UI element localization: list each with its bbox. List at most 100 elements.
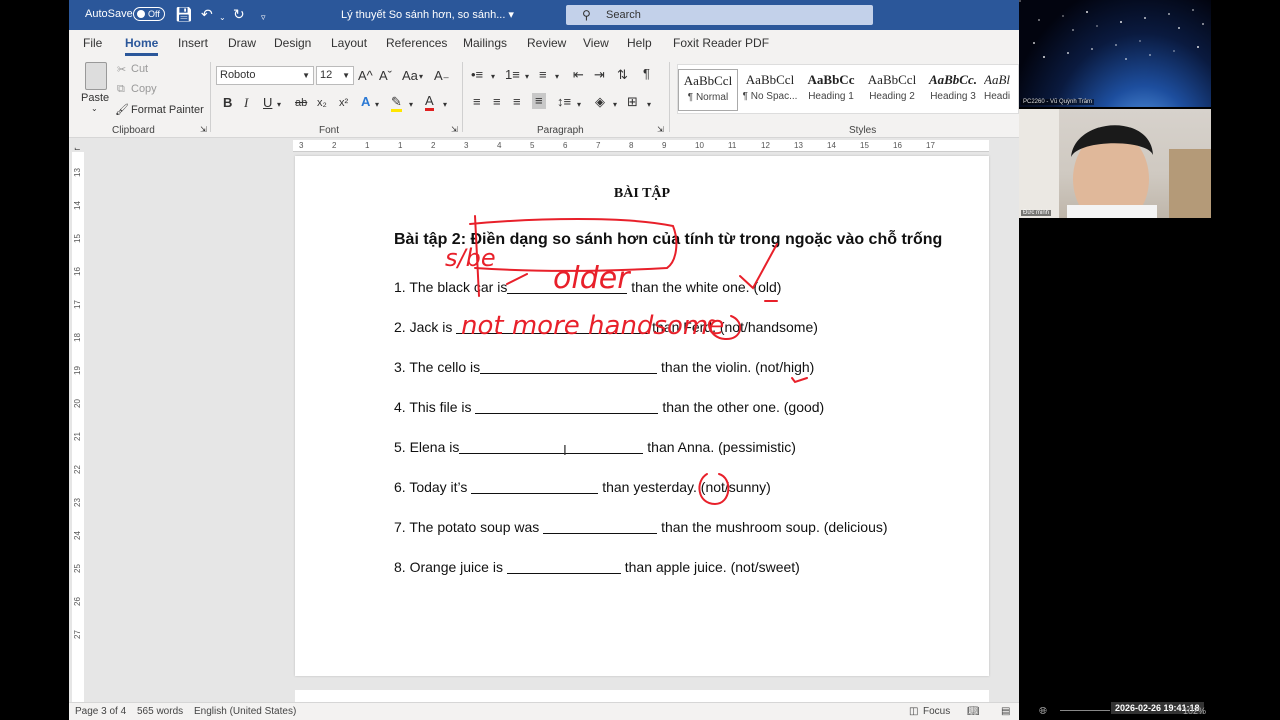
align-left-icon[interactable]: ≡ — [473, 95, 481, 109]
chevron-down-icon[interactable]: ▾ — [647, 98, 651, 112]
tab-foxit[interactable]: Foxit Reader PDF — [673, 36, 769, 50]
cut-button[interactable]: Cut — [131, 63, 148, 75]
italic-button[interactable]: I — [244, 96, 248, 110]
save-icon[interactable]: 💾︎ — [175, 6, 193, 22]
chevron-down-icon[interactable]: ▾ — [409, 98, 413, 112]
star-decoration — [1139, 40, 1141, 42]
chevron-down-icon[interactable]: ▾ — [577, 98, 581, 112]
increase-indent-icon[interactable]: ⇥ — [594, 68, 605, 82]
page-count[interactable]: Page 3 of 4 — [75, 706, 126, 717]
style-heading-1[interactable]: AaBbCc Heading 1 — [801, 69, 861, 111]
text-effects-icon[interactable]: A — [361, 95, 370, 109]
tab-home[interactable]: Home — [125, 36, 159, 56]
format-painter-icon[interactable]: 🖌︎ — [115, 103, 129, 116]
tab-mailings[interactable]: Mailings — [463, 36, 507, 50]
document-title[interactable]: Lý thuyết So sánh hơn, so sánh... ▾ — [341, 8, 514, 21]
tab-view[interactable]: View — [583, 36, 609, 50]
ruler-mark: 26 — [72, 597, 82, 606]
zoom-slider[interactable] — [1060, 710, 1110, 711]
underline-button[interactable]: U — [263, 96, 272, 110]
sort-icon[interactable]: ⇅ — [617, 68, 628, 82]
paste-dropdown-icon[interactable]: ⌄ — [91, 104, 98, 113]
style-heading-4[interactable]: AaBl Headi — [984, 69, 1019, 111]
ribbon: Paste ⌄ ✂ Cut ⧉ Copy 🖌︎ Format Painter C… — [69, 56, 1019, 138]
align-right-icon[interactable]: ≡ — [513, 95, 521, 109]
paste-button[interactable]: Paste — [81, 92, 109, 104]
bullets-icon[interactable]: •≡ — [471, 68, 483, 82]
show-formatting-icon[interactable]: ¶ — [643, 67, 650, 81]
grow-font-icon[interactable]: A^ — [358, 69, 373, 83]
format-painter-button[interactable]: Format Painter — [131, 104, 204, 116]
chevron-down-icon[interactable]: ▾ — [443, 98, 447, 112]
paragraph-launcher-icon[interactable]: ⇲ — [657, 125, 664, 134]
justify-icon[interactable]: ≡ — [532, 93, 546, 109]
bold-button[interactable]: B — [223, 96, 232, 110]
font-size-box[interactable]: 12 ▼ — [316, 66, 354, 85]
chevron-down-icon[interactable]: ▾ — [277, 98, 281, 112]
multilevel-list-icon[interactable]: ≡ — [539, 68, 547, 82]
ruler-mark: 6 — [563, 141, 568, 150]
chevron-down-icon[interactable]: ▾ — [375, 98, 379, 112]
tab-references[interactable]: References — [386, 36, 447, 50]
search-box[interactable]: ⚲ Search — [566, 5, 873, 25]
clear-formatting-icon[interactable]: A₋ — [434, 69, 450, 83]
participant-video-2[interactable]: Đức minh — [1019, 109, 1211, 218]
customize-toolbar-icon[interactable]: ▿ — [261, 9, 266, 25]
subscript-button[interactable]: x₂ — [317, 96, 327, 110]
participant-video-1[interactable]: PC2260 - Vũ Quỳnh Trâm — [1019, 0, 1211, 107]
paste-icon[interactable] — [85, 62, 107, 90]
tab-review[interactable]: Review — [527, 36, 566, 50]
superscript-button[interactable]: x² — [339, 96, 348, 110]
cut-icon[interactable]: ✂ — [117, 63, 126, 76]
tab-selector-icon[interactable]: ⌙ — [74, 144, 81, 153]
copy-button[interactable]: Copy — [131, 83, 157, 95]
font-name-box[interactable]: Roboto ▼ — [216, 66, 314, 85]
undo-dropdown-icon[interactable]: ⌄ — [219, 10, 226, 26]
chevron-down-icon[interactable]: ▾ — [491, 70, 495, 84]
align-center-icon[interactable]: ≡ — [493, 95, 501, 109]
style-normal[interactable]: AaBbCcl ¶ Normal — [678, 69, 738, 111]
style-no-spacing[interactable]: AaBbCcl ¶ No Spac... — [740, 69, 800, 111]
tab-layout[interactable]: Layout — [331, 36, 367, 50]
tab-draw[interactable]: Draw — [228, 36, 256, 50]
document-page[interactable]: BÀI TẬP Bài tập 2: Điền dạng so sánh hơn… — [295, 156, 989, 676]
font-color-icon[interactable]: A — [425, 93, 434, 111]
vertical-ruler[interactable]: 13 14 15 16 17 18 19 20 21 22 23 24 25 26 27 — [72, 152, 84, 702]
chevron-down-icon[interactable]: ▾ — [525, 70, 529, 84]
tab-insert[interactable]: Insert — [178, 36, 208, 50]
word-count[interactable]: 565 words — [137, 706, 183, 717]
print-layout-icon[interactable]: ▤ — [1001, 706, 1010, 717]
web-layout-icon[interactable]: 🌐︎ — [1039, 706, 1047, 717]
style-heading-3[interactable]: AaBbCc. Heading 3 — [923, 69, 983, 111]
decrease-indent-icon[interactable]: ⇤ — [573, 68, 584, 82]
shading-icon[interactable]: ◈ — [595, 95, 605, 109]
strikethrough-button[interactable]: ab — [295, 96, 307, 110]
line-spacing-icon[interactable]: ↕≡ — [557, 95, 571, 109]
redo-icon[interactable]: ↻ — [233, 6, 245, 22]
zoom-level[interactable]: 102% — [1183, 706, 1206, 716]
style-heading-2[interactable]: AaBbCcl Heading 2 — [862, 69, 922, 111]
language-status[interactable]: English (United States) — [194, 706, 296, 717]
focus-button[interactable]: Focus — [923, 706, 950, 717]
chevron-down-icon[interactable]: ▾ — [555, 70, 559, 84]
autosave-toggle[interactable]: Off — [133, 7, 165, 21]
shrink-font-icon[interactable]: Aˇ — [379, 69, 392, 83]
copy-icon[interactable]: ⧉ — [117, 83, 125, 96]
read-mode-icon[interactable]: 📖︎ — [967, 706, 980, 717]
font-launcher-icon[interactable]: ⇲ — [451, 125, 458, 134]
word-window: AutoSave Off 💾︎ ↶ ⌄ ↻ ▿ Lý thuyết So sán… — [69, 0, 1019, 720]
horizontal-ruler[interactable]: 3 2 1 1 2 3 4 5 6 7 8 9 10 11 12 13 14 15 16 17 — [293, 140, 989, 152]
change-case-icon[interactable]: Aa — [402, 69, 418, 83]
tab-file[interactable]: File — [83, 36, 102, 50]
clipboard-launcher-icon[interactable]: ⇲ — [200, 125, 207, 134]
chevron-down-icon[interactable]: ▾ — [419, 70, 423, 84]
focus-icon[interactable]: ◫ — [909, 706, 918, 717]
tab-help[interactable]: Help — [627, 36, 652, 50]
numbering-icon[interactable]: 1≡ — [505, 68, 520, 82]
tab-design[interactable]: Design — [274, 36, 311, 50]
borders-icon[interactable]: ⊞ — [627, 95, 638, 109]
chevron-down-icon[interactable]: ▾ — [613, 98, 617, 112]
highlight-icon[interactable]: ✎ — [391, 94, 402, 112]
status-bar: Page 3 of 4 565 words English (United St… — [69, 702, 1019, 720]
undo-icon[interactable]: ↶ — [201, 6, 213, 22]
